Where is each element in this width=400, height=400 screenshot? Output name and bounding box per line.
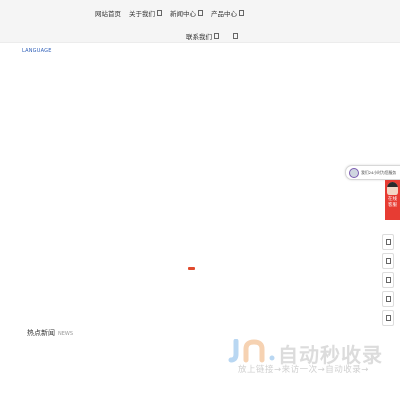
watermark: 自动秒收录 放上链接→来访一次→自动收录→ (228, 338, 388, 378)
online-service-button[interactable]: 在线 客服 (385, 180, 400, 220)
dropdown-icon (198, 10, 203, 16)
nav-item-about[interactable]: 关于我们 (129, 8, 162, 18)
main-nav-row-1: 网站首页 关于我们 新闻中心 产品中心 (95, 8, 244, 18)
dropdown-icon (214, 33, 219, 39)
section-title-text: 热点新闻 (27, 329, 55, 337)
dropdown-icon (157, 10, 162, 16)
online-service-label-line2: 客服 (388, 203, 397, 208)
side-tool-qrcode[interactable] (382, 291, 394, 307)
side-tool-phone[interactable] (382, 234, 394, 250)
hot-news-heading: 热点新闻 NEWS (27, 328, 73, 338)
side-toolbar (382, 234, 394, 326)
nav-item-label: 产品中心 (211, 10, 237, 18)
service-avatar-icon (349, 167, 359, 178)
side-tool-message[interactable] (382, 253, 394, 269)
nav-item-news[interactable]: 新闻中心 (170, 8, 203, 18)
agent-avatar-icon (387, 182, 398, 195)
side-tool-back-to-top[interactable] (382, 310, 394, 326)
header-bar: 网站首页 关于我们 新闻中心 产品中心 联系我们 (0, 0, 400, 43)
message-icon (385, 258, 391, 264)
section-subtitle: NEWS (58, 331, 74, 337)
watermark-logo-icon (228, 339, 275, 363)
side-tool-email[interactable] (382, 272, 394, 288)
online-service-label: 在线 客服 (388, 197, 397, 209)
nav-item-extra[interactable] (231, 33, 238, 39)
dropdown-icon (239, 10, 244, 16)
nav-item-label: 关于我们 (129, 10, 155, 18)
dropdown-icon (233, 33, 238, 39)
watermark-subtitle: 放上链接→来访一次→自动收录→ (238, 365, 369, 375)
banner-slider-indicator[interactable] (188, 267, 195, 270)
customer-service-text: 我们24小时为您服务 (361, 169, 397, 175)
main-nav-row-2: 联系我们 (186, 31, 238, 41)
customer-service-pill[interactable]: 我们24小时为您服务 (345, 165, 400, 180)
nav-item-home[interactable]: 网站首页 (95, 8, 121, 18)
nav-item-contact[interactable]: 联系我们 (186, 31, 219, 41)
arrow-up-icon (385, 315, 391, 321)
language-selector[interactable]: LANGUAGE (22, 48, 52, 54)
nav-item-label: 新闻中心 (170, 10, 196, 18)
phone-icon (385, 239, 391, 245)
nav-item-products[interactable]: 产品中心 (211, 8, 244, 18)
email-icon (385, 277, 391, 283)
qrcode-icon (385, 296, 391, 302)
nav-item-label: 联系我们 (186, 33, 212, 41)
nav-item-label: 网站首页 (95, 10, 121, 18)
